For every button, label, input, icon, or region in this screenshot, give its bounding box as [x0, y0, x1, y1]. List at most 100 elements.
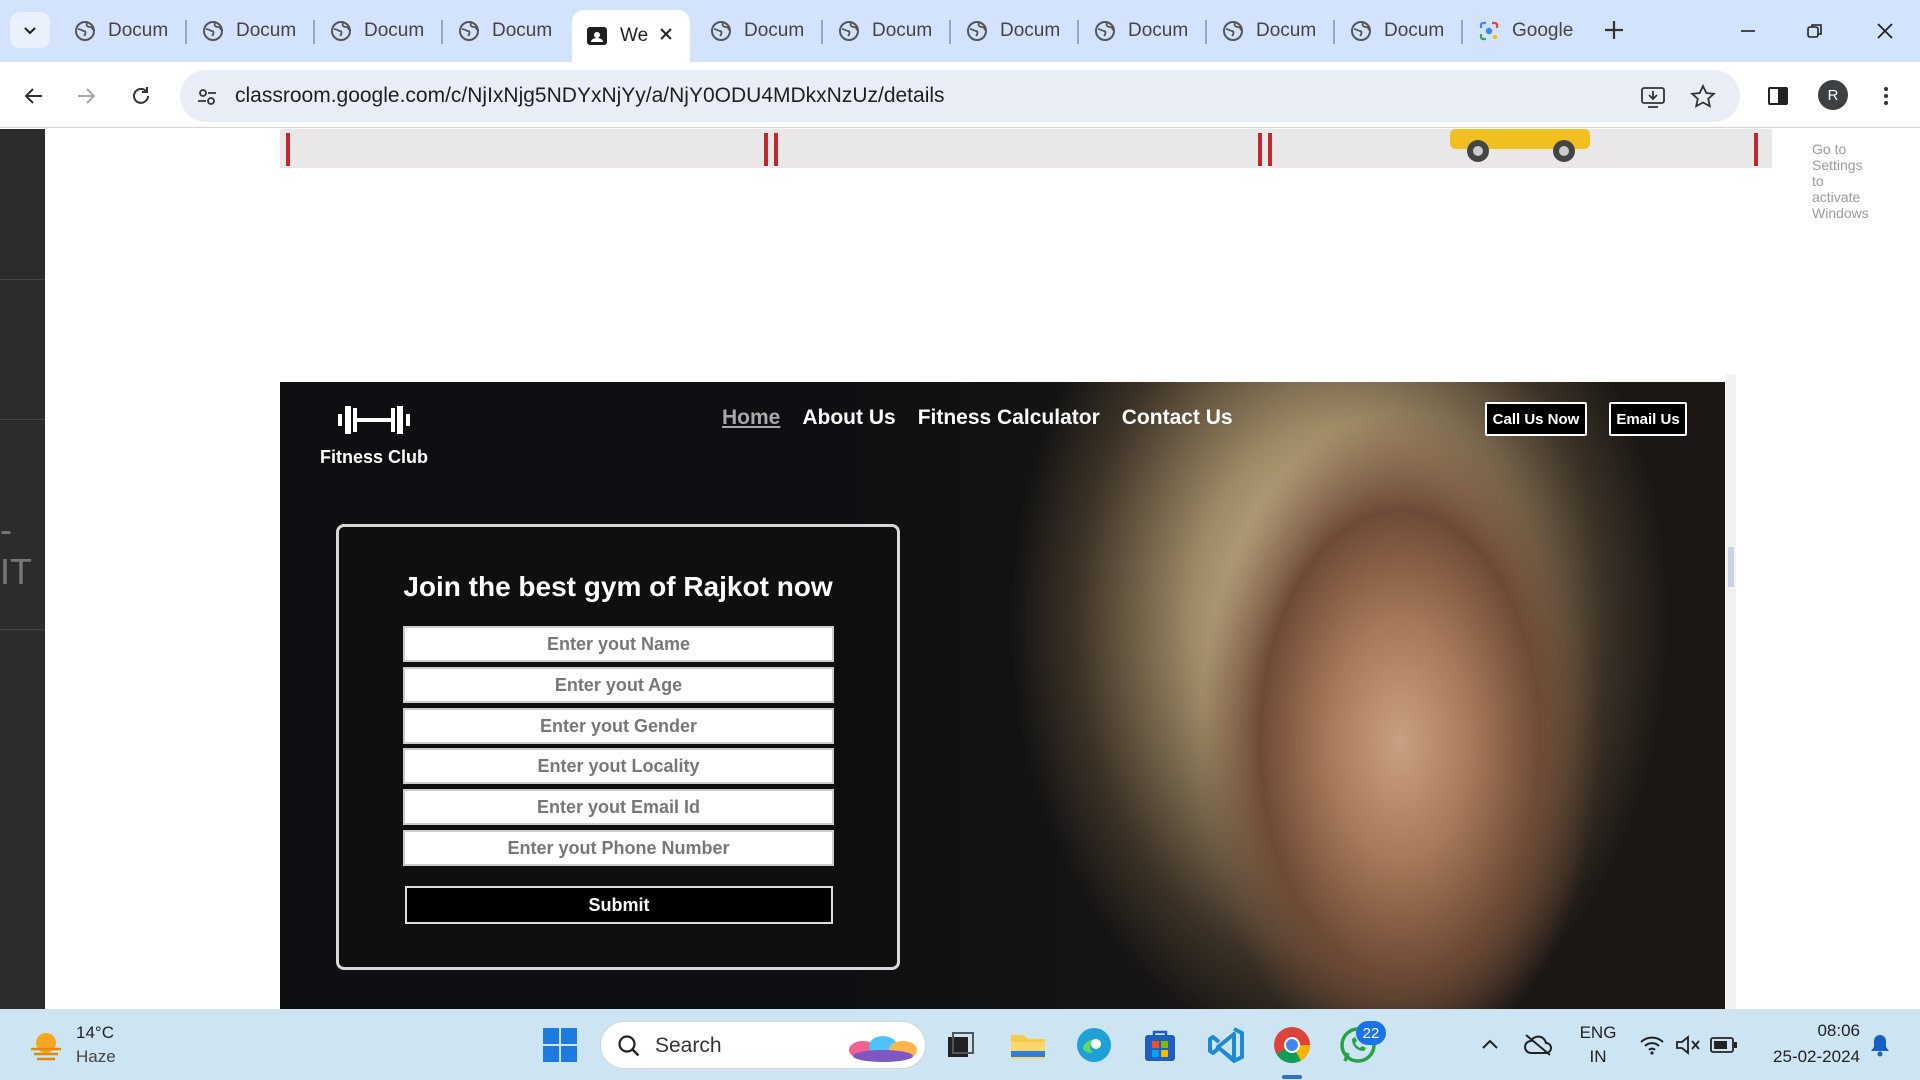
language-bottom[interactable]: IN: [1576, 1047, 1620, 1067]
tab[interactable]: Docum: [1080, 12, 1202, 50]
bell-icon: [1871, 1035, 1889, 1057]
tab-separator: [1205, 20, 1207, 44]
fitness-website-screenshot: Fitness Club Home About Us Fitness Calcu…: [280, 382, 1725, 1009]
page-content: - IT Go to Settings to activate Windows: [0, 129, 1920, 1009]
minimize-button[interactable]: [1728, 14, 1768, 48]
nav-about-us[interactable]: About Us: [802, 406, 895, 430]
tab[interactable]: Docum: [1336, 12, 1458, 50]
chrome-active-indicator: [1282, 1075, 1302, 1079]
volume-muted-icon: [1676, 1035, 1700, 1055]
new-tab-button[interactable]: [1600, 16, 1628, 44]
globe-icon: [711, 21, 731, 41]
restore-button[interactable]: [1795, 14, 1835, 48]
whatsapp-badge: 22: [1356, 1021, 1386, 1045]
locality-field[interactable]: [403, 748, 834, 784]
task-view-button[interactable]: [938, 1023, 982, 1067]
nav-fitness-calculator[interactable]: Fitness Calculator: [918, 406, 1100, 430]
tab[interactable]: Docum: [188, 12, 310, 50]
edge-button[interactable]: [1072, 1023, 1116, 1067]
clock-date[interactable]: 25-02-2024: [1750, 1047, 1860, 1067]
windows-watermark: Go to Settings to activate Windows: [1812, 141, 1869, 221]
nav-contact-us[interactable]: Contact Us: [1122, 406, 1233, 430]
profile-avatar[interactable]: R: [1818, 80, 1848, 110]
email-field[interactable]: [403, 789, 834, 825]
plus-icon: [1605, 21, 1623, 39]
close-window-button[interactable]: [1865, 14, 1905, 48]
start-button[interactable]: [538, 1023, 582, 1067]
tab-separator: [313, 20, 315, 44]
tab-title: Docum: [108, 20, 169, 41]
submit-button[interactable]: Submit: [405, 886, 833, 924]
tab[interactable]: Docum: [60, 12, 182, 50]
tab[interactable]: Docum: [316, 12, 438, 50]
email-us-button[interactable]: Email Us: [1609, 402, 1687, 436]
vscode-icon: [1208, 1027, 1244, 1063]
clock-time[interactable]: 08:06: [1760, 1021, 1860, 1041]
site-logo[interactable]: Fitness Club: [314, 402, 434, 468]
search-icon: [618, 1035, 640, 1057]
search-label: Search: [655, 1034, 722, 1057]
chrome-button[interactable]: [1270, 1023, 1314, 1067]
store-button[interactable]: [1138, 1023, 1182, 1067]
language-top[interactable]: ENG: [1576, 1023, 1620, 1043]
browser-menu-button[interactable]: [1866, 76, 1906, 116]
windows-logo-icon: [543, 1028, 577, 1062]
tab-separator: [821, 20, 823, 44]
vscode-button[interactable]: [1204, 1023, 1248, 1067]
battery-button[interactable]: [1702, 1023, 1746, 1067]
tab-separator: [185, 20, 187, 44]
folder-icon: [1011, 1035, 1045, 1059]
tab-title: Docum: [236, 20, 297, 41]
close-tab-icon[interactable]: [656, 24, 676, 44]
gender-field[interactable]: [403, 708, 834, 744]
tab-separator: [1077, 20, 1079, 44]
nav-home[interactable]: Home: [722, 406, 780, 430]
side-panel-icon: [1768, 87, 1788, 105]
globe-icon: [1223, 21, 1243, 41]
call-us-button[interactable]: Call Us Now: [1485, 402, 1587, 436]
scrollbar-track[interactable]: [1726, 374, 1736, 1009]
file-explorer-button[interactable]: [1006, 1023, 1050, 1067]
logo-text: Fitness Club: [319, 447, 428, 467]
tab[interactable]: Docum: [1208, 12, 1330, 50]
windows-taskbar: 14°C Haze Search 22 ENG IN 08:06 25-02-2…: [0, 1009, 1920, 1080]
dumbbell-icon: [338, 406, 410, 434]
browser-toolbar: classroom.google.com/c/NjIxNjg5NDYxNjYy/…: [0, 62, 1920, 128]
chevron-down-icon: [24, 27, 36, 35]
tab[interactable]: Docum: [952, 12, 1074, 50]
globe-icon: [1351, 21, 1371, 41]
weather-widget[interactable]: 14°C Haze: [24, 1021, 144, 1069]
join-form: Join the best gym of Rajkot now Submit: [336, 524, 900, 970]
reload-button[interactable]: [121, 76, 161, 116]
url-text[interactable]: classroom.google.com/c/NjIxNjg5NDYxNjYy/…: [235, 84, 945, 108]
show-hidden-icons-button[interactable]: [1468, 1023, 1512, 1067]
tab[interactable]: Docum: [824, 12, 946, 50]
back-button[interactable]: [14, 76, 54, 116]
tab-title: We: [620, 25, 649, 46]
name-field[interactable]: [403, 626, 834, 662]
tab-search-button[interactable]: [10, 12, 50, 48]
address-bar[interactable]: classroom.google.com/c/NjIxNjg5NDYxNjYy/…: [180, 70, 1740, 122]
tab-separator: [949, 20, 951, 44]
install-app-icon[interactable]: [1638, 82, 1668, 112]
edge-icon: [1077, 1028, 1111, 1062]
globe-icon: [839, 21, 859, 41]
age-field[interactable]: [403, 667, 834, 703]
restore-icon: [1807, 24, 1822, 38]
site-settings-icon[interactable]: [192, 82, 222, 112]
tab[interactable]: Google: [1464, 12, 1582, 50]
forward-button[interactable]: [66, 76, 106, 116]
task-view-icon: [948, 1032, 974, 1057]
phone-field[interactable]: [403, 830, 834, 866]
taskbar-search[interactable]: Search: [600, 1021, 926, 1069]
scrollbar-thumb[interactable]: [1728, 547, 1734, 587]
side-panel-button[interactable]: [1758, 76, 1798, 116]
tab-title: Docum: [364, 20, 425, 41]
tab[interactable]: Docum: [444, 12, 566, 50]
bookmark-star-icon[interactable]: [1688, 82, 1718, 112]
notifications-button[interactable]: [1858, 1023, 1902, 1067]
tab-active[interactable]: We: [572, 10, 690, 62]
onedrive-button[interactable]: [1516, 1023, 1560, 1067]
wifi-icon: [1640, 1036, 1664, 1055]
tab[interactable]: Docum: [696, 12, 818, 50]
